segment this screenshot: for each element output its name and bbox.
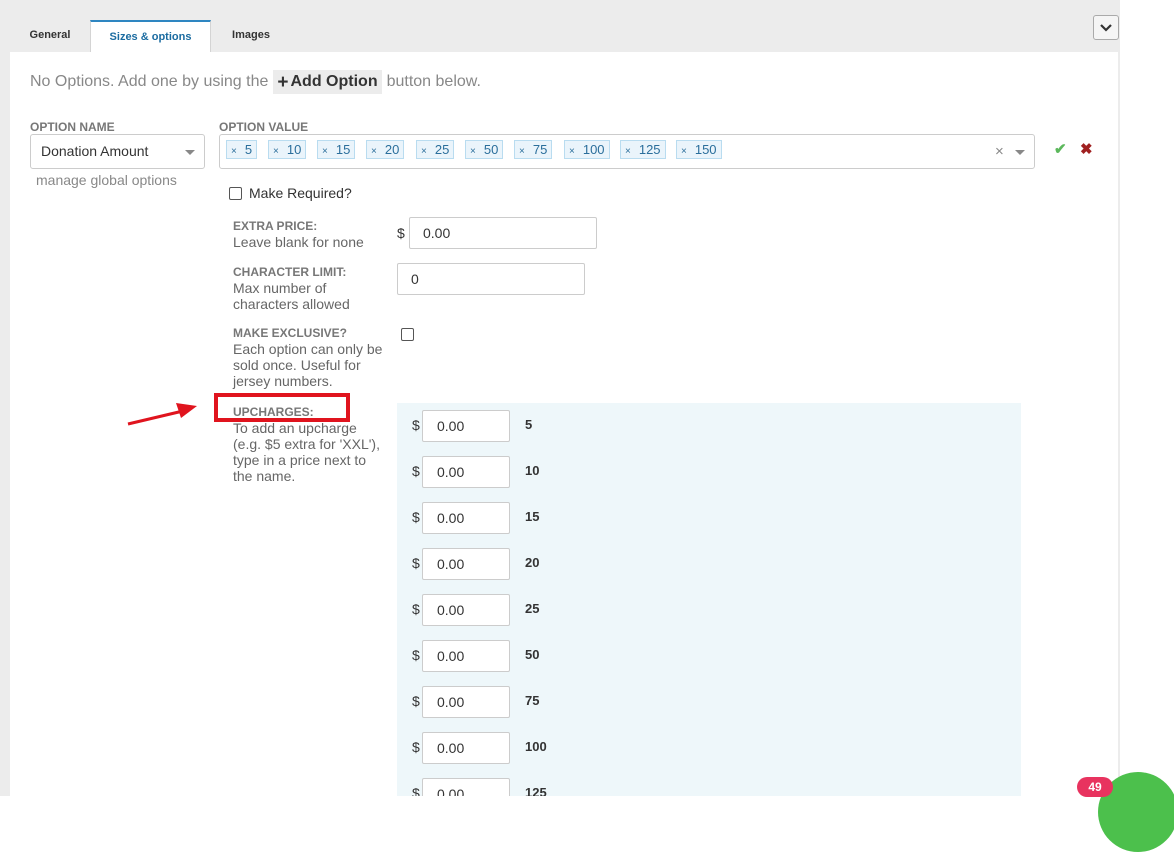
upcharge-input[interactable]: 0.00	[422, 410, 510, 442]
value-tag: × 20	[366, 140, 405, 159]
upcharges-list: $0.00 5 $0.00 10 $0.00 15 $0.00 20 $0.00 25 $…	[397, 403, 1021, 796]
upcharge-option-name: 15	[525, 509, 540, 524]
remove-tag-icon[interactable]: ×	[371, 146, 377, 157]
extra-price-input[interactable]: 0.00	[409, 217, 597, 249]
value-tag: × 10	[268, 140, 307, 159]
chevron-down-icon	[185, 150, 195, 155]
checkmark-icon[interactable]: ✔	[1054, 140, 1067, 158]
upcharge-option-name: 5	[525, 417, 533, 432]
upcharge-option-name: 50	[525, 647, 540, 662]
currency-symbol: $	[397, 225, 405, 241]
upcharge-option-name: 20	[525, 555, 540, 570]
option-value-multiselect[interactable]: × 5 × 10 × 15 × 20 × 25 × 50 × 75 × 100 × 125 × 15…	[219, 134, 1035, 169]
manage-global-options-link[interactable]: manage global options	[36, 172, 177, 188]
value-tag: × 75	[514, 140, 553, 159]
value-tag: × 15	[317, 140, 356, 159]
remove-tag-icon[interactable]: ×	[470, 146, 476, 157]
make-required-checkbox[interactable]	[229, 186, 242, 200]
upcharge-option-name: 125	[525, 785, 547, 796]
annotation-highlight-box	[214, 393, 350, 422]
upcharge-option-name: 100	[525, 739, 547, 754]
option-name-select[interactable]: Donation Amount	[30, 134, 205, 169]
upcharge-option-name: 25	[525, 601, 540, 616]
make-exclusive-label: MAKE EXCLUSIVE? Each option can only be …	[233, 326, 383, 389]
value-tag: × 50	[465, 140, 504, 159]
value-tag: × 25	[416, 140, 455, 159]
upcharge-input[interactable]: 0.00	[422, 456, 510, 488]
notice-prefix: No Options. Add one by using the	[30, 73, 269, 90]
annotation-arrow-icon	[127, 403, 197, 426]
add-option-button[interactable]: + Add Option	[273, 70, 382, 94]
chevron-down-icon	[1100, 23, 1112, 32]
make-exclusive-checkbox[interactable]	[401, 328, 414, 341]
remove-tag-icon[interactable]: ×	[273, 146, 279, 157]
upcharge-input[interactable]: 0.00	[422, 594, 510, 626]
remove-tag-icon[interactable]: ×	[681, 146, 687, 157]
upcharge-input[interactable]: 0.00	[422, 502, 510, 534]
remove-tag-icon[interactable]: ×	[569, 146, 575, 157]
value-tag: × 5	[226, 140, 258, 159]
plus-icon: +	[277, 71, 289, 93]
remove-tag-icon[interactable]: ×	[322, 146, 328, 157]
upcharge-input[interactable]: 0.00	[422, 686, 510, 718]
remove-tag-icon[interactable]: ×	[231, 146, 237, 157]
tab-sizes-options[interactable]: Sizes & options	[90, 20, 211, 53]
delete-x-icon[interactable]: ✖	[1080, 140, 1093, 158]
value-tag: × 125	[620, 140, 666, 159]
no-options-notice: No Options. Add one by using the + Add O…	[30, 70, 481, 94]
option-name-value: Donation Amount	[41, 143, 149, 159]
tab-images[interactable]: Images	[213, 20, 289, 52]
make-required-label: Make Required?	[249, 185, 352, 201]
remove-tag-icon[interactable]: ×	[625, 146, 631, 157]
character-limit-label: CHARACTER LIMIT: Max number of character…	[233, 265, 350, 312]
value-tag: × 100	[564, 140, 610, 159]
clear-all-icon[interactable]: ×	[995, 143, 1004, 160]
option-name-label: OPTION NAME	[30, 120, 115, 134]
upcharge-input[interactable]: 0.00	[422, 640, 510, 672]
chevron-down-icon[interactable]	[1015, 150, 1025, 155]
notice-suffix: button below.	[386, 73, 481, 90]
page-margin	[1120, 0, 1174, 796]
collapse-toggle-button[interactable]	[1093, 15, 1119, 40]
upcharge-input[interactable]: 0.00	[422, 732, 510, 764]
remove-tag-icon[interactable]: ×	[421, 146, 427, 157]
notification-badge: 49	[1077, 777, 1113, 797]
tab-general[interactable]: General	[12, 20, 88, 52]
make-required-field[interactable]: Make Required?	[229, 185, 352, 201]
upcharge-option-name: 10	[525, 463, 540, 478]
character-limit-input[interactable]: 0	[397, 263, 585, 295]
value-tag: × 150	[676, 140, 722, 159]
upcharge-input[interactable]: 0.00	[422, 548, 510, 580]
extra-price-label: EXTRA PRICE: Leave blank for none	[233, 219, 364, 250]
add-option-label: Add Option	[290, 73, 378, 90]
upcharge-input[interactable]: 0.00	[422, 778, 510, 796]
option-value-label: OPTION VALUE	[219, 120, 309, 134]
upcharge-option-name: 75	[525, 693, 540, 708]
remove-tag-icon[interactable]: ×	[519, 146, 525, 157]
